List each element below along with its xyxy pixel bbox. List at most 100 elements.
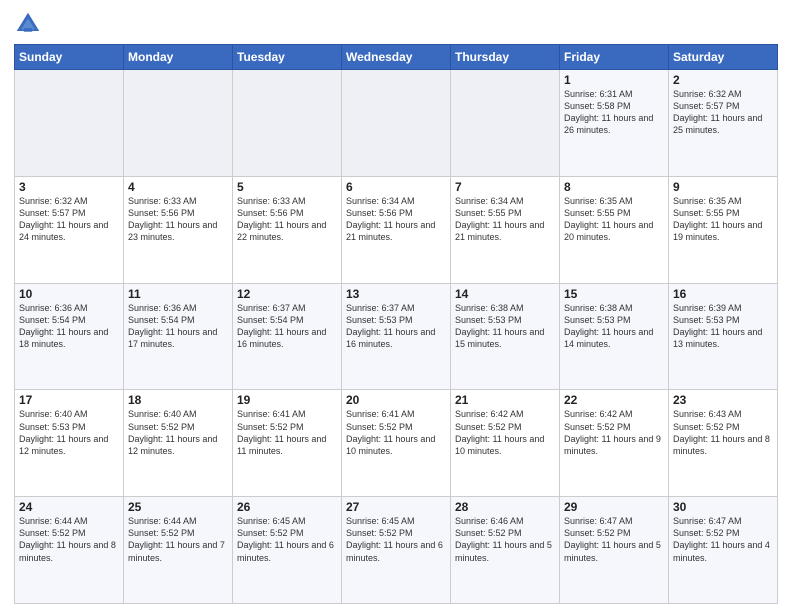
calendar-cell: 14Sunrise: 6:38 AM Sunset: 5:53 PM Dayli… [451, 283, 560, 390]
day-info: Sunrise: 6:46 AM Sunset: 5:52 PM Dayligh… [455, 515, 555, 564]
calendar-cell: 26Sunrise: 6:45 AM Sunset: 5:52 PM Dayli… [233, 497, 342, 604]
calendar-header-row: SundayMondayTuesdayWednesdayThursdayFrid… [15, 45, 778, 70]
calendar-cell: 17Sunrise: 6:40 AM Sunset: 5:53 PM Dayli… [15, 390, 124, 497]
day-info: Sunrise: 6:41 AM Sunset: 5:52 PM Dayligh… [237, 408, 337, 457]
day-info: Sunrise: 6:44 AM Sunset: 5:52 PM Dayligh… [19, 515, 119, 564]
day-number: 10 [19, 287, 119, 301]
calendar-cell [15, 70, 124, 177]
day-number: 18 [128, 393, 228, 407]
day-info: Sunrise: 6:40 AM Sunset: 5:52 PM Dayligh… [128, 408, 228, 457]
calendar-cell: 13Sunrise: 6:37 AM Sunset: 5:53 PM Dayli… [342, 283, 451, 390]
calendar-cell: 29Sunrise: 6:47 AM Sunset: 5:52 PM Dayli… [560, 497, 669, 604]
calendar-cell: 22Sunrise: 6:42 AM Sunset: 5:52 PM Dayli… [560, 390, 669, 497]
weekday-header: Friday [560, 45, 669, 70]
weekday-header: Monday [124, 45, 233, 70]
day-number: 5 [237, 180, 337, 194]
calendar-cell: 5Sunrise: 6:33 AM Sunset: 5:56 PM Daylig… [233, 176, 342, 283]
calendar-cell: 19Sunrise: 6:41 AM Sunset: 5:52 PM Dayli… [233, 390, 342, 497]
calendar-table: SundayMondayTuesdayWednesdayThursdayFrid… [14, 44, 778, 604]
day-info: Sunrise: 6:37 AM Sunset: 5:54 PM Dayligh… [237, 302, 337, 351]
day-number: 20 [346, 393, 446, 407]
day-info: Sunrise: 6:45 AM Sunset: 5:52 PM Dayligh… [346, 515, 446, 564]
calendar-cell: 30Sunrise: 6:47 AM Sunset: 5:52 PM Dayli… [669, 497, 778, 604]
day-info: Sunrise: 6:32 AM Sunset: 5:57 PM Dayligh… [673, 88, 773, 137]
day-number: 11 [128, 287, 228, 301]
day-number: 2 [673, 73, 773, 87]
day-info: Sunrise: 6:39 AM Sunset: 5:53 PM Dayligh… [673, 302, 773, 351]
day-info: Sunrise: 6:37 AM Sunset: 5:53 PM Dayligh… [346, 302, 446, 351]
logo-icon [14, 10, 42, 38]
day-number: 19 [237, 393, 337, 407]
day-number: 30 [673, 500, 773, 514]
calendar-week-row: 3Sunrise: 6:32 AM Sunset: 5:57 PM Daylig… [15, 176, 778, 283]
header [14, 10, 778, 38]
day-info: Sunrise: 6:34 AM Sunset: 5:55 PM Dayligh… [455, 195, 555, 244]
day-info: Sunrise: 6:36 AM Sunset: 5:54 PM Dayligh… [128, 302, 228, 351]
calendar-cell: 6Sunrise: 6:34 AM Sunset: 5:56 PM Daylig… [342, 176, 451, 283]
calendar-week-row: 10 Sunrise: 6:36 AM Sunset: 5:54 PM Dayli… [15, 283, 778, 390]
calendar-cell: 8Sunrise: 6:35 AM Sunset: 5:55 PM Daylig… [560, 176, 669, 283]
calendar-cell: 24Sunrise: 6:44 AM Sunset: 5:52 PM Dayli… [15, 497, 124, 604]
day-number: 21 [455, 393, 555, 407]
calendar-cell [342, 70, 451, 177]
weekday-header: Sunday [15, 45, 124, 70]
weekday-header: Wednesday [342, 45, 451, 70]
calendar-cell: 2Sunrise: 6:32 AM Sunset: 5:57 PM Daylig… [669, 70, 778, 177]
day-number: 4 [128, 180, 228, 194]
calendar-week-row: 24Sunrise: 6:44 AM Sunset: 5:52 PM Dayli… [15, 497, 778, 604]
day-info: Sunrise: 6:47 AM Sunset: 5:52 PM Dayligh… [673, 515, 773, 564]
calendar-cell: 9Sunrise: 6:35 AM Sunset: 5:55 PM Daylig… [669, 176, 778, 283]
day-number: 3 [19, 180, 119, 194]
day-number: 6 [346, 180, 446, 194]
day-info: Sunrise: 6:42 AM Sunset: 5:52 PM Dayligh… [564, 408, 664, 457]
calendar-cell: 27Sunrise: 6:45 AM Sunset: 5:52 PM Dayli… [342, 497, 451, 604]
day-info: Sunrise: 6:32 AM Sunset: 5:57 PM Dayligh… [19, 195, 119, 244]
day-number: 15 [564, 287, 664, 301]
calendar-cell: 23Sunrise: 6:43 AM Sunset: 5:52 PM Dayli… [669, 390, 778, 497]
day-info: Sunrise: 6:40 AM Sunset: 5:53 PM Dayligh… [19, 408, 119, 457]
day-number: 17 [19, 393, 119, 407]
calendar-cell: 28Sunrise: 6:46 AM Sunset: 5:52 PM Dayli… [451, 497, 560, 604]
day-info: Sunrise: 6:35 AM Sunset: 5:55 PM Dayligh… [564, 195, 664, 244]
calendar-cell: 4Sunrise: 6:33 AM Sunset: 5:56 PM Daylig… [124, 176, 233, 283]
calendar-cell: 10Sunrise: 6:36 AM Sunset: 5:54 PM Dayli… [15, 283, 124, 390]
day-number: 7 [455, 180, 555, 194]
day-number: 8 [564, 180, 664, 194]
day-number: 27 [346, 500, 446, 514]
day-info: Sunrise: 6:41 AM Sunset: 5:52 PM Dayligh… [346, 408, 446, 457]
day-info: Sunrise: 6:44 AM Sunset: 5:52 PM Dayligh… [128, 515, 228, 564]
day-info: Sunrise: 6:45 AM Sunset: 5:52 PM Dayligh… [237, 515, 337, 564]
weekday-header: Saturday [669, 45, 778, 70]
day-info: Sunrise: 6:33 AM Sunset: 5:56 PM Dayligh… [237, 195, 337, 244]
calendar-cell: 12Sunrise: 6:37 AM Sunset: 5:54 PM Dayli… [233, 283, 342, 390]
day-info: Sunrise: 6:43 AM Sunset: 5:52 PM Dayligh… [673, 408, 773, 457]
day-number: 25 [128, 500, 228, 514]
day-number: 16 [673, 287, 773, 301]
day-number: 22 [564, 393, 664, 407]
day-info: Sunrise: 6:35 AM Sunset: 5:55 PM Dayligh… [673, 195, 773, 244]
day-number: 24 [19, 500, 119, 514]
calendar-cell: 16Sunrise: 6:39 AM Sunset: 5:53 PM Dayli… [669, 283, 778, 390]
calendar-cell: 11Sunrise: 6:36 AM Sunset: 5:54 PM Dayli… [124, 283, 233, 390]
day-number: 29 [564, 500, 664, 514]
day-number: 1 [564, 73, 664, 87]
day-info: Sunrise: 6:47 AM Sunset: 5:52 PM Dayligh… [564, 515, 664, 564]
logo [14, 10, 46, 38]
calendar-cell: 15Sunrise: 6:38 AM Sunset: 5:53 PM Dayli… [560, 283, 669, 390]
day-info: Sunrise: 6:38 AM Sunset: 5:53 PM Dayligh… [564, 302, 664, 351]
calendar-cell: 3Sunrise: 6:32 AM Sunset: 5:57 PM Daylig… [15, 176, 124, 283]
calendar-cell: 21Sunrise: 6:42 AM Sunset: 5:52 PM Dayli… [451, 390, 560, 497]
day-info: Sunrise: 6:33 AM Sunset: 5:56 PM Dayligh… [128, 195, 228, 244]
weekday-header: Tuesday [233, 45, 342, 70]
calendar-cell: 18Sunrise: 6:40 AM Sunset: 5:52 PM Dayli… [124, 390, 233, 497]
page: SundayMondayTuesdayWednesdayThursdayFrid… [0, 0, 792, 612]
day-info: Sunrise: 6:31 AM Sunset: 5:58 PM Dayligh… [564, 88, 664, 137]
calendar-cell: 1Sunrise: 6:31 AM Sunset: 5:58 PM Daylig… [560, 70, 669, 177]
day-info: Sunrise: 6:42 AM Sunset: 5:52 PM Dayligh… [455, 408, 555, 457]
weekday-header: Thursday [451, 45, 560, 70]
calendar-week-row: 17Sunrise: 6:40 AM Sunset: 5:53 PM Dayli… [15, 390, 778, 497]
day-number: 12 [237, 287, 337, 301]
day-number: 13 [346, 287, 446, 301]
day-number: 14 [455, 287, 555, 301]
day-number: 9 [673, 180, 773, 194]
